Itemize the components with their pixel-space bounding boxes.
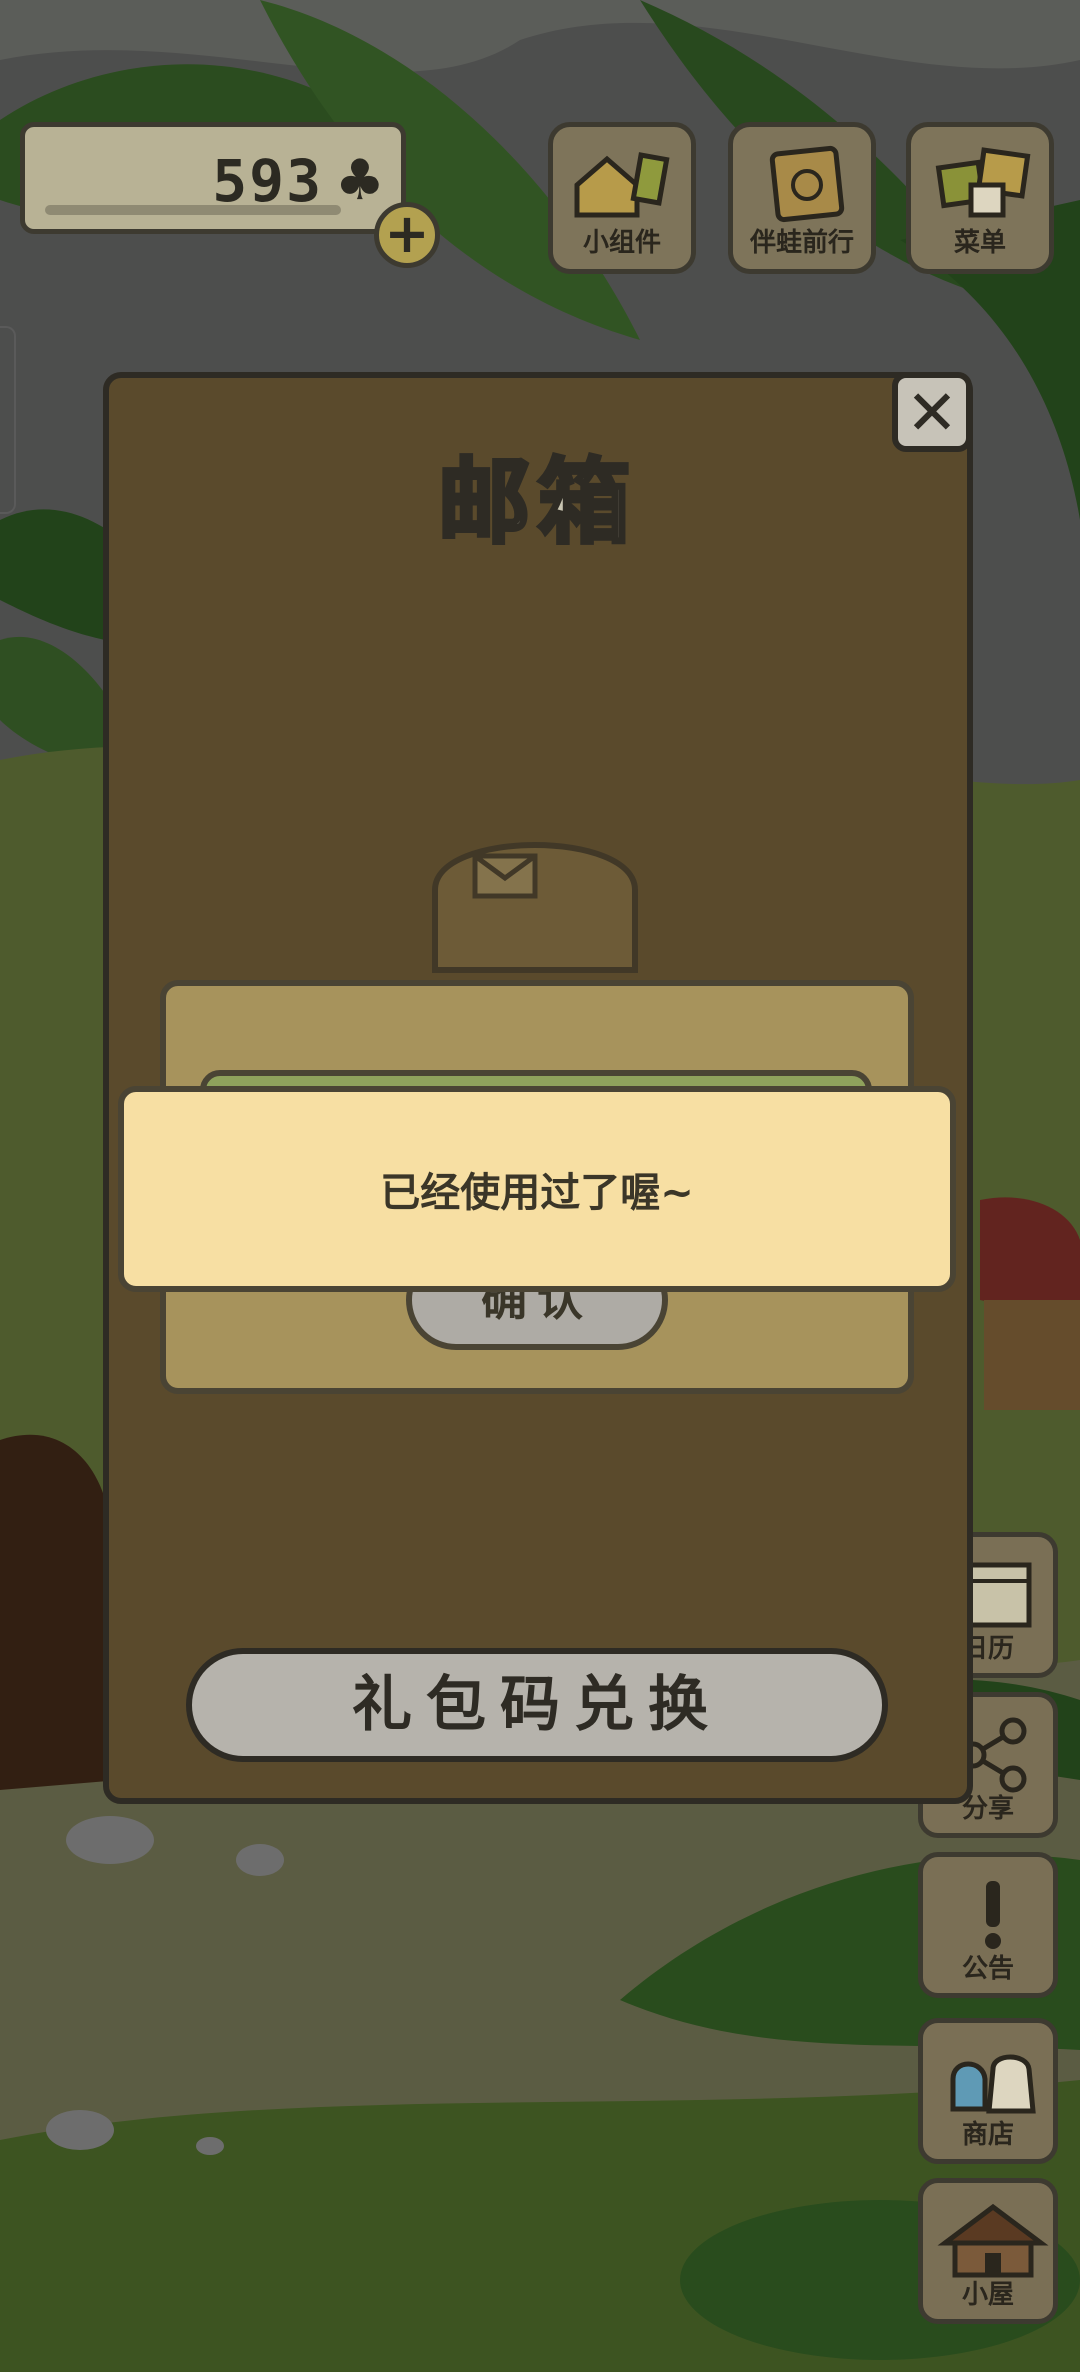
mailbox-title: 邮箱 [436,447,638,558]
exclamation-icon [923,1873,1053,1953]
frog-journey-button[interactable]: 伴蛙前行 [728,122,876,274]
clover-counter: 593 ♣ [20,122,406,234]
close-button[interactable]: ✕ [892,372,972,452]
house-label: 小屋 [961,2280,1014,2310]
menu-label: 菜单 [953,228,1006,258]
plus-icon: + [384,202,430,265]
frog-journey-label: 伴蛙前行 [749,228,854,258]
shop-label: 商店 [961,2120,1014,2150]
toast-message: 已经使用过了喔~ [380,1170,694,1216]
widget-label: 小组件 [582,228,661,258]
clover-icon: ♣ [334,148,385,213]
frog-book-icon [733,145,871,223]
shop-button[interactable]: 商店 [918,2018,1058,2164]
gift-code-redeem-button[interactable]: 礼包码兑换 [186,1648,888,1762]
house-button[interactable]: 小屋 [918,2178,1058,2324]
notice-label: 公告 [961,1954,1014,1984]
notice-button[interactable]: 公告 [918,1852,1058,1998]
close-icon: ✕ [906,376,958,449]
clover-bar [45,205,341,215]
toast-message-box: 已经使用过了喔~ [118,1086,956,1292]
shop-bags-icon [923,2039,1053,2119]
empty-mailbox-icon [432,842,638,973]
house-icon [923,2199,1053,2279]
menu-button[interactable]: 菜单 [906,122,1054,274]
side-drawer-handle[interactable] [0,326,16,514]
add-clover-button[interactable]: + [374,202,440,268]
gift-code-redeem-label: 礼包码兑换 [352,1670,722,1740]
widget-button[interactable]: 小组件 [548,122,696,274]
widget-icon [553,145,691,223]
menu-icon [911,145,1049,223]
